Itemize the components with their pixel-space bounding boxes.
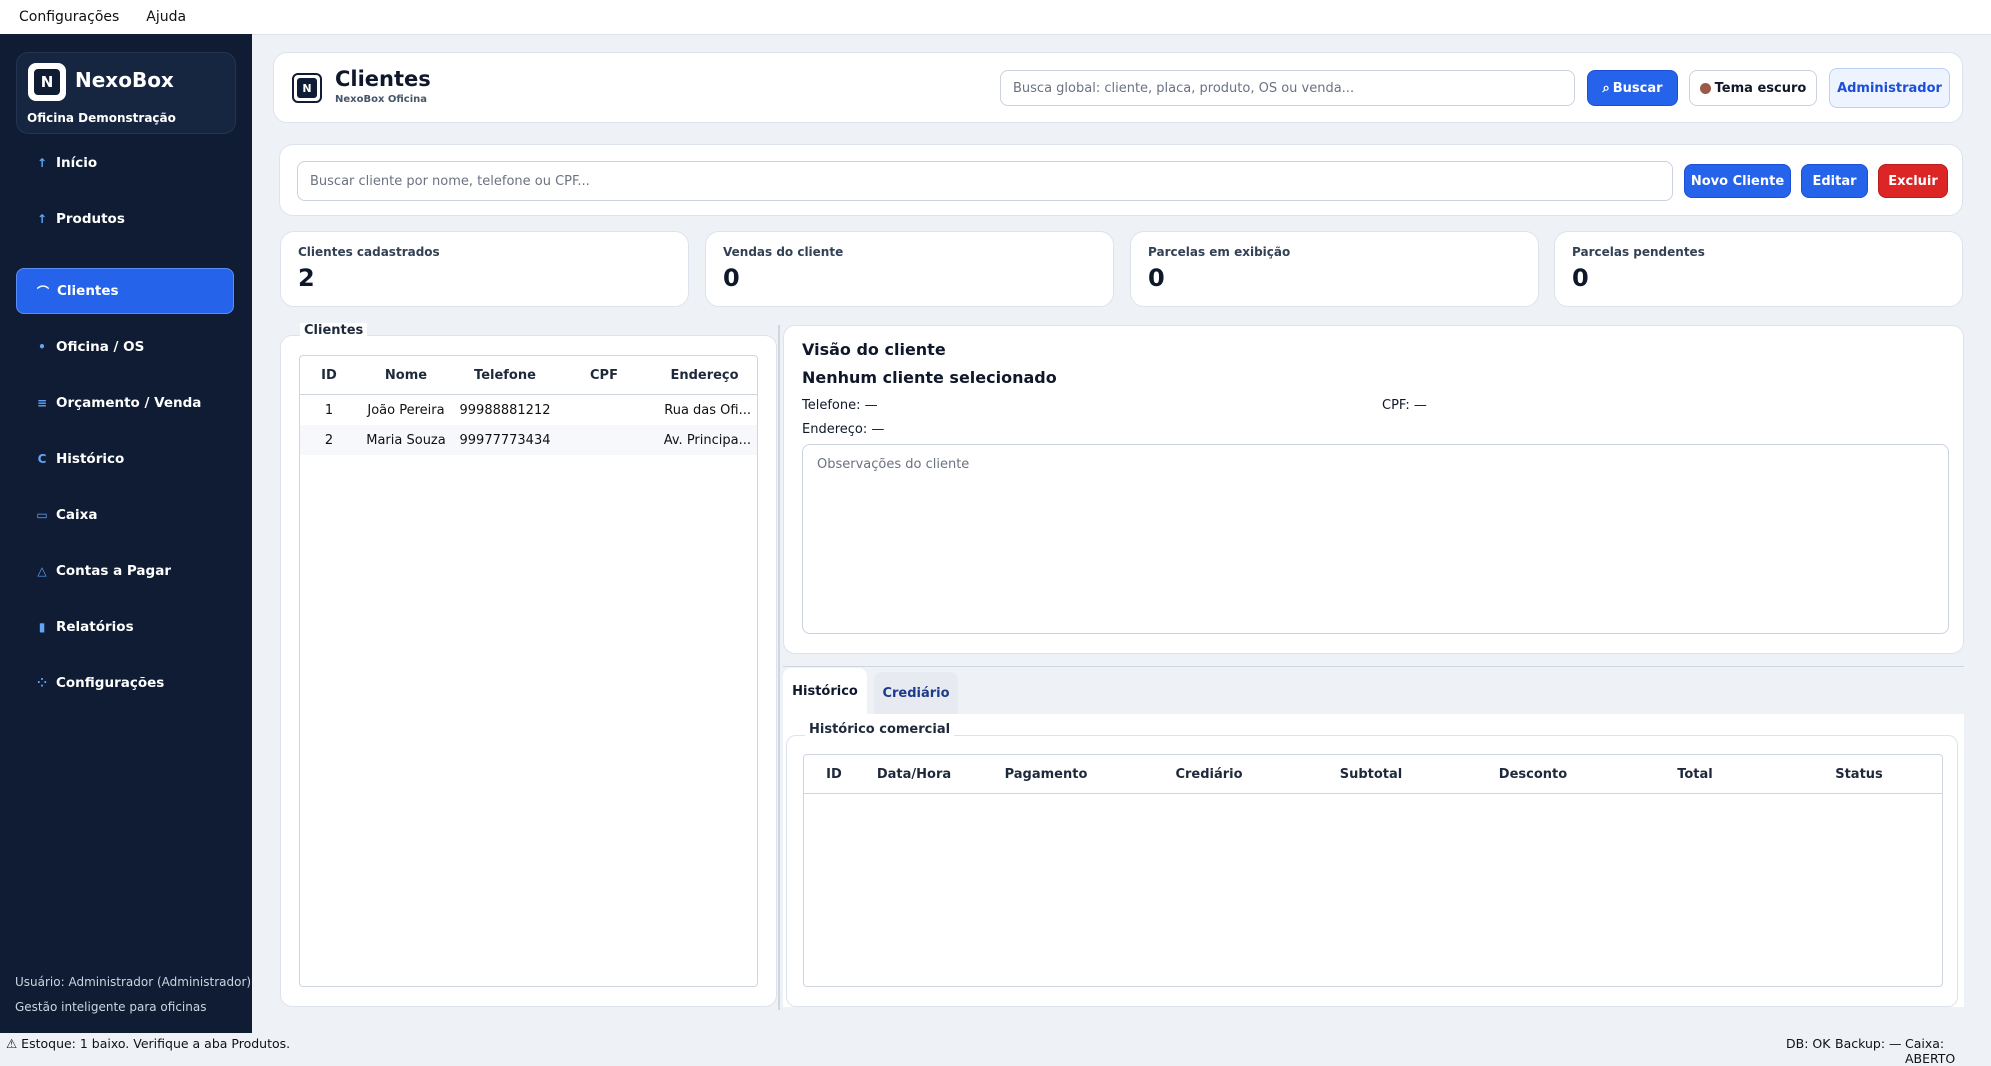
theme-icon (1699, 82, 1711, 94)
backup-status: Backup: — (1835, 1036, 1902, 1051)
sidebar-item-produtos[interactable]: ↑ Produtos (16, 197, 234, 241)
clients-section-label: Clientes (300, 323, 368, 338)
bills-icon: △ (37, 564, 47, 578)
cash-icon: ▭ (36, 508, 48, 522)
brand-name: NexoBox (75, 68, 174, 92)
column-header[interactable]: ID (300, 356, 358, 395)
detail-phone: Telefone: — (802, 398, 878, 413)
tab-crediario[interactable]: Crediário (874, 672, 958, 714)
toolbar-card: Buscar cliente por nome, telefone ou CPF… (279, 144, 1963, 216)
logo-icon: N (28, 63, 66, 101)
delete-button[interactable]: Excluir (1878, 164, 1948, 198)
clients-table[interactable]: ID Nome Telefone CPF Endereço 1 João Per… (299, 355, 758, 987)
notes-textarea[interactable]: Observações do cliente (802, 444, 1949, 634)
stat-card: Parcelas pendentes 0 (1554, 231, 1963, 307)
sidebar-item-clientes[interactable]: ⌒ Clientes (16, 268, 234, 314)
client-search-input[interactable]: Buscar cliente por nome, telefone ou CPF… (297, 161, 1673, 201)
brand-subtitle: Oficina Demonstração (27, 111, 176, 125)
sidebar-item-oficina[interactable]: • Oficina / OS (16, 325, 234, 369)
stat-card: Clientes cadastrados 2 (280, 231, 689, 307)
clients-icon: ⌒ (36, 284, 49, 299)
table-row[interactable]: 1 João Pereira 99988881212 Rua das Ofi..… (300, 395, 757, 426)
column-header[interactable]: Nome (358, 356, 454, 395)
detail-address: Endereço: — (802, 422, 885, 437)
home-icon: ↑ (36, 156, 48, 170)
stock-warning: ⚠ Estoque: 1 baixo. Verifique a aba Prod… (6, 1036, 291, 1051)
sidebar-user: Usuário: Administrador (Administrador) (15, 975, 252, 989)
selected-client: Nenhum cliente selecionado (802, 368, 1057, 387)
header-logo-icon: N (292, 73, 322, 103)
theme-button[interactable]: Tema escuro (1689, 70, 1817, 106)
history-table[interactable]: ID Data/Hora Pagamento Crediário Subtota… (803, 754, 1943, 987)
sidebar-item-configuracoes[interactable]: ⁘ Configurações (16, 661, 234, 705)
db-status: DB: OK (1786, 1036, 1831, 1051)
sidebar: N NexoBox Oficina Demonstração ↑ Início ↑… (0, 34, 252, 1033)
page-title: Clientes (335, 67, 431, 91)
search-button[interactable]: ⌕ Buscar (1587, 70, 1678, 106)
menu-configuracoes[interactable]: Configurações (19, 9, 119, 25)
detail-cpf: CPF: — (1382, 398, 1427, 413)
quote-icon: ≡ (36, 396, 48, 410)
column-header[interactable]: Status (1776, 755, 1942, 794)
workshop-icon: • (38, 340, 46, 354)
settings-icon: ⁘ (36, 676, 48, 690)
caixa-status: Caixa: ABERTO (1905, 1036, 1956, 1066)
column-header[interactable]: Data/Hora (864, 755, 964, 794)
history-icon: C (37, 452, 47, 466)
sidebar-tagline: Gestão inteligente para oficinas (15, 1000, 207, 1014)
sidebar-item-orcamento[interactable]: ≡ Orçamento / Venda (16, 381, 234, 425)
header-card: N Clientes NexoBox Oficina Busca global:… (273, 52, 1963, 123)
global-search-input[interactable]: Busca global: cliente, placa, produto, O… (1000, 70, 1575, 106)
admin-button[interactable]: Administrador (1829, 68, 1950, 108)
panel-splitter[interactable] (778, 325, 780, 1010)
stat-card: Vendas do cliente 0 (705, 231, 1114, 307)
column-header[interactable]: Desconto (1452, 755, 1614, 794)
menu-ajuda[interactable]: Ajuda (146, 9, 186, 25)
products-icon: ↑ (36, 212, 48, 226)
edit-button[interactable]: Editar (1801, 164, 1868, 198)
sidebar-item-caixa[interactable]: ▭ Caixa (16, 493, 234, 537)
column-header[interactable]: Pagamento (964, 755, 1128, 794)
sidebar-item-contas[interactable]: △ Contas a Pagar (16, 549, 234, 593)
column-header[interactable]: Crediário (1128, 755, 1290, 794)
table-header-row: ID Data/Hora Pagamento Crediário Subtota… (804, 755, 1942, 794)
reports-icon: ▮ (38, 620, 46, 634)
stat-card: Parcelas em exibição 0 (1130, 231, 1539, 307)
column-header[interactable]: ID (804, 755, 864, 794)
column-header[interactable]: Endereço (652, 356, 757, 395)
table-header-row: ID Nome Telefone CPF Endereço (300, 356, 757, 395)
history-section-label: Histórico comercial (805, 722, 955, 737)
page-subtitle: NexoBox Oficina (335, 94, 428, 105)
detail-heading: Visão do cliente (802, 340, 946, 359)
sidebar-item-historico[interactable]: C Histórico (16, 437, 234, 481)
client-detail-card: Visão do cliente Nenhum cliente selecion… (783, 325, 1964, 654)
sidebar-item-inicio[interactable]: ↑ Início (16, 141, 234, 185)
brand-card: N NexoBox Oficina Demonstração (16, 52, 236, 134)
column-header[interactable]: CPF (556, 356, 652, 395)
sidebar-item-relatorios[interactable]: ▮ Relatórios (16, 605, 234, 649)
table-row[interactable]: 2 Maria Souza 99977773434 Av. Principa..… (300, 425, 757, 455)
menu-bar: Configurações Ajuda (0, 0, 1991, 35)
status-bar: ⚠ Estoque: 1 baixo. Verifique a aba Prod… (0, 1033, 1991, 1066)
divider (783, 666, 1964, 667)
search-icon: ⌕ (1602, 80, 1610, 96)
column-header[interactable]: Total (1614, 755, 1776, 794)
column-header[interactable]: Subtotal (1290, 755, 1452, 794)
new-client-button[interactable]: Novo Cliente (1684, 164, 1791, 198)
column-header[interactable]: Telefone (454, 356, 556, 395)
tab-historico[interactable]: Histórico (783, 668, 867, 714)
